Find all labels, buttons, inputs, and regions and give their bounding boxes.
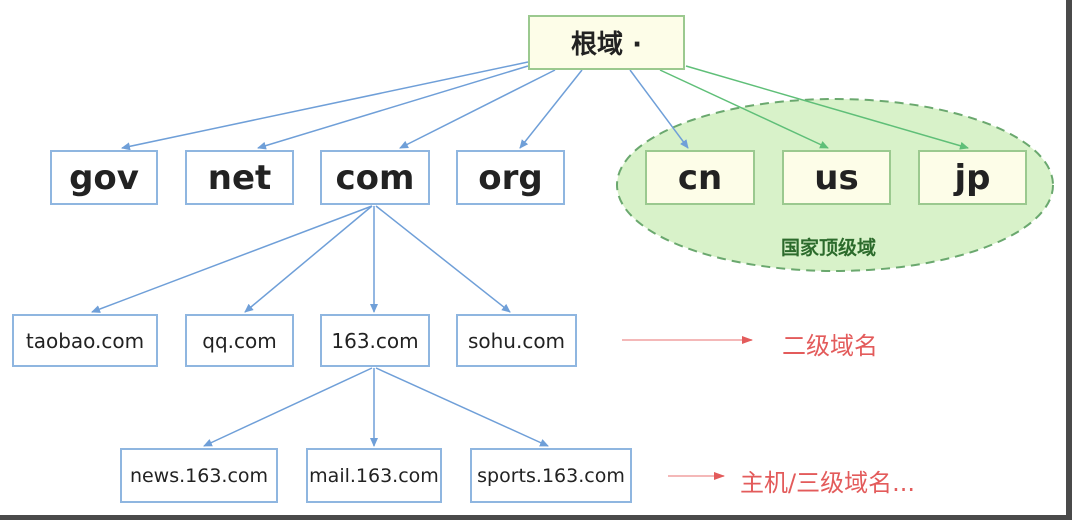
host-label: sports.163.com [477,464,625,487]
tld-label: com [335,157,415,198]
second-level-label: sohu.com [467,328,566,353]
country-tld-region-label: 国家顶级域 [781,237,877,259]
tld-node-com: com [320,150,430,205]
second-level-node-163: 163.com [320,314,430,367]
root-label: 根域 · [571,30,642,60]
host-node-mail: mail.163.com [306,448,442,503]
host-label: news.163.com [129,464,269,487]
country-tld-node-us: us [782,150,891,205]
edge-root-org [519,69,583,149]
edge-root-net [257,65,529,150]
host-node-sports: sports.163.com [470,448,632,503]
edge-163-news [203,367,373,447]
second-level-label: taobao.com [25,328,145,353]
country-tld-node-jp: jp [918,150,1027,205]
second-level-node-sohu: sohu.com [456,314,577,367]
second-level-label: qq.com [202,328,277,353]
tld-label: org [478,157,543,198]
edge-root-gov [121,61,529,151]
country-tld-node-cn: cn [645,150,755,205]
host-label: mail.163.com [309,464,439,487]
tld-node-gov: gov [50,150,158,205]
edge-com-qq [244,205,373,313]
tld-label: net [207,157,272,198]
edge-163-sports [375,367,549,447]
country-tld-label: jp [954,157,991,198]
second-level-node-taobao: taobao.com [12,314,158,367]
edge-com-sohu [375,205,511,313]
tld-node-org: org [456,150,565,205]
root-node: 根域 · [528,15,685,70]
second-level-node-qq: qq.com [185,314,294,367]
tld-node-net: net [185,150,294,205]
edge-layer [91,61,1054,480]
host-node-news: news.163.com [120,448,278,503]
country-tld-label: cn [677,157,723,198]
dns-hierarchy-diagram: 根域 · gov net com org cn us jp 国家顶级域 taob… [0,0,1066,515]
edge-com-taobao [91,205,373,313]
second-level-label: 163.com [331,328,419,353]
second-level-annotation: 二级域名 [782,332,878,360]
country-tld-label: us [814,157,859,198]
host-level-annotation: 主机/三级域名... [740,469,915,497]
tld-label: gov [69,157,139,198]
